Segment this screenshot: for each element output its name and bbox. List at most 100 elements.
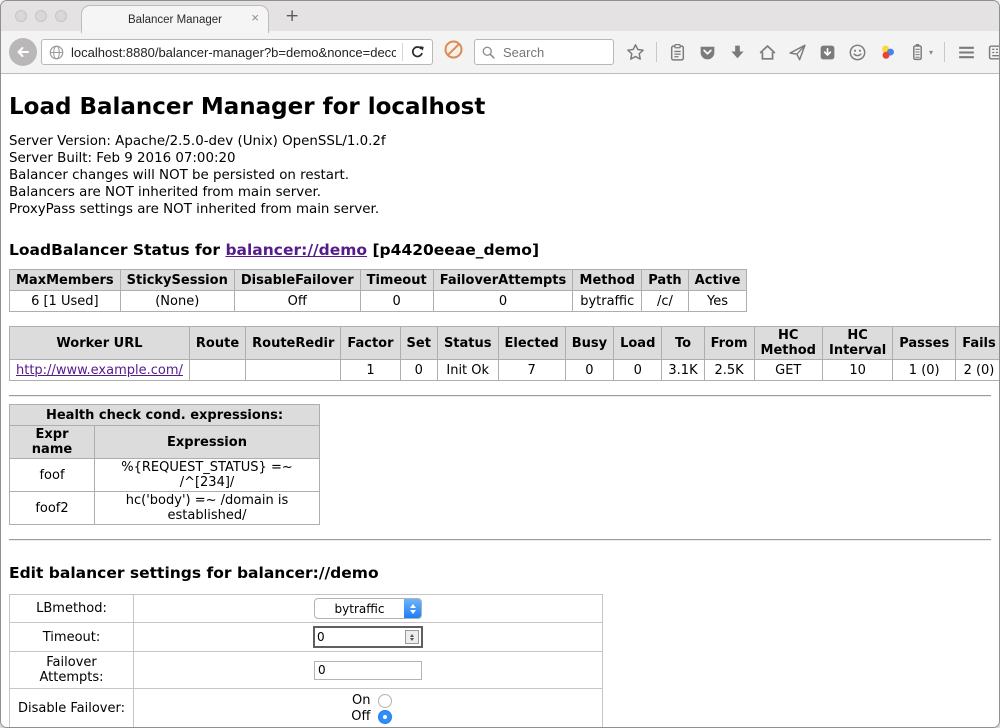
cell-expression: hc('body') =~ /domain is established/ (95, 492, 320, 525)
search-icon (481, 45, 496, 60)
cell-timeout: 0 (360, 291, 433, 312)
col-path: Path (642, 270, 688, 291)
col-elected: Elected (498, 327, 565, 360)
url-bar[interactable]: localhost:8880/balancer-manager?b=demo&n… (41, 39, 433, 65)
search-bar[interactable] (474, 39, 614, 65)
timeout-value: 0 (317, 630, 325, 644)
cell-passes: 1 (0) (893, 360, 956, 381)
cell-expr-name: foof (10, 459, 95, 492)
tab-close-icon[interactable]: × (251, 11, 259, 24)
col-routeredir: RouteRedir (246, 327, 341, 360)
form-row-timeout: Timeout: 0 (10, 623, 603, 652)
table-header-row: Worker URL Route RouteRedir Factor Set S… (10, 327, 1000, 360)
cell-load: 0 (614, 360, 662, 381)
edit-settings-heading: Edit balancer settings for balancer://de… (9, 564, 991, 582)
cell-hc-method: GET (754, 360, 822, 381)
worker-url-link[interactable]: http://www.example.com/ (16, 363, 183, 378)
col-expression: Expression (95, 426, 320, 459)
timeout-input[interactable]: 0 (313, 626, 423, 648)
radio-row-off: Off (138, 709, 598, 724)
col-method: Method (573, 270, 642, 291)
cell-disablefailover: Off (234, 291, 360, 312)
reload-icon[interactable] (409, 44, 426, 61)
cell-factor: 1 (341, 360, 400, 381)
disable-failover-off-radio[interactable] (378, 710, 392, 724)
cell-hc-interval: 10 (822, 360, 892, 381)
server-info: Server Version: Apache/2.5.0-dev (Unix) … (9, 133, 991, 218)
page-title: Load Balancer Manager for localhost (9, 94, 991, 120)
lbmethod-label: LBmethod: (10, 595, 134, 623)
col-fails: Fails (956, 327, 999, 360)
downloads-icon[interactable] (728, 43, 747, 62)
reading-list-icon[interactable] (668, 43, 687, 62)
table-row: http://www.example.com/ 1 0 Init Ok 7 0 … (10, 360, 1000, 381)
lbmethod-selected-value: bytraffic (315, 602, 404, 616)
radio-row-on: On (138, 693, 598, 708)
col-from: From (704, 327, 754, 360)
col-active: Active (688, 270, 747, 291)
col-timeout: Timeout (360, 270, 433, 291)
menu-hamburger-icon[interactable] (956, 43, 977, 62)
lbmethod-select[interactable]: bytraffic (314, 598, 422, 619)
col-factor: Factor (341, 327, 400, 360)
cell-fails: 2 (0) (956, 360, 999, 381)
divider (9, 395, 991, 397)
minimize-window-button[interactable] (35, 10, 47, 22)
col-disablefailover: DisableFailover (234, 270, 360, 291)
container-battery-icon[interactable]: ▾ (908, 43, 933, 62)
browser-window: Balancer Manager × + localhost:8880/bala… (0, 0, 1000, 728)
disable-failover-on-radio[interactable] (378, 694, 392, 708)
back-arrow-icon (15, 44, 31, 60)
col-to: To (662, 327, 704, 360)
globe-icon (48, 44, 65, 61)
url-text[interactable]: localhost:8880/balancer-manager?b=demo&n… (71, 45, 396, 60)
select-stepper-icon (404, 599, 421, 618)
cell-stickysession: (None) (120, 291, 234, 312)
urlbar-divider (402, 43, 403, 61)
cell-set: 0 (400, 360, 437, 381)
table-header-row: MaxMembers StickySession DisableFailover… (10, 270, 747, 291)
bookmark-star-icon[interactable] (626, 43, 645, 62)
table-row: 6 [1 Used] (None) Off 0 0 bytraffic /c/ … (10, 291, 747, 312)
extension-download-box-icon[interactable] (818, 43, 837, 62)
cell-routeredir (246, 360, 341, 381)
tab-balancer-manager[interactable]: Balancer Manager × (81, 5, 269, 33)
new-tab-button[interactable]: + (285, 6, 299, 26)
col-stickysession: StickySession (120, 270, 234, 291)
col-hc-method: HC Method (754, 327, 822, 360)
cell-from: 2.5K (704, 360, 754, 381)
tab-bar: Balancer Manager × + (1, 1, 999, 31)
cell-failoverattempts: 0 (433, 291, 573, 312)
cell-active: Yes (688, 291, 747, 312)
server-version-line: Server Version: Apache/2.5.0-dev (Unix) … (9, 133, 991, 150)
form-row-failover-attempts: Failover Attempts: (10, 652, 603, 689)
cell-expr-name: foof2 (10, 492, 95, 525)
cell-path: /c/ (642, 291, 688, 312)
balancer-demo-link[interactable]: balancer://demo (225, 241, 367, 259)
pocket-icon[interactable] (698, 43, 717, 62)
home-icon[interactable] (758, 43, 777, 62)
col-failoverattempts: FailoverAttempts (433, 270, 573, 291)
number-spinner-icon[interactable] (405, 630, 419, 644)
close-window-button[interactable] (15, 10, 27, 22)
failover-attempts-input[interactable] (314, 661, 422, 680)
feedback-smiley-icon[interactable] (848, 43, 867, 62)
send-page-icon[interactable] (788, 43, 807, 62)
status-heading: LoadBalancer Status for balancer://demo … (9, 241, 991, 259)
tab-title: Balancer Manager (128, 14, 222, 26)
colored-dots-extension-icon[interactable] (878, 43, 897, 62)
back-button[interactable] (9, 38, 37, 66)
status-heading-prefix: LoadBalancer Status for (9, 241, 225, 259)
extension-grid-icon[interactable] (988, 43, 1000, 62)
search-input[interactable] (501, 44, 605, 61)
zoom-window-button[interactable] (55, 10, 67, 22)
chevron-down-icon[interactable]: ▾ (929, 48, 933, 57)
cell-elected: 7 (498, 360, 565, 381)
content-blocked-icon[interactable] (443, 39, 464, 65)
status-heading-suffix: [p4420eeae_demo] (367, 241, 539, 259)
cell-to: 3.1K (662, 360, 704, 381)
table-header-row: Expr name Expression (10, 426, 320, 459)
table-title-row: Health check cond. expressions: (10, 405, 320, 426)
window-controls (15, 10, 67, 22)
cell-route (189, 360, 245, 381)
